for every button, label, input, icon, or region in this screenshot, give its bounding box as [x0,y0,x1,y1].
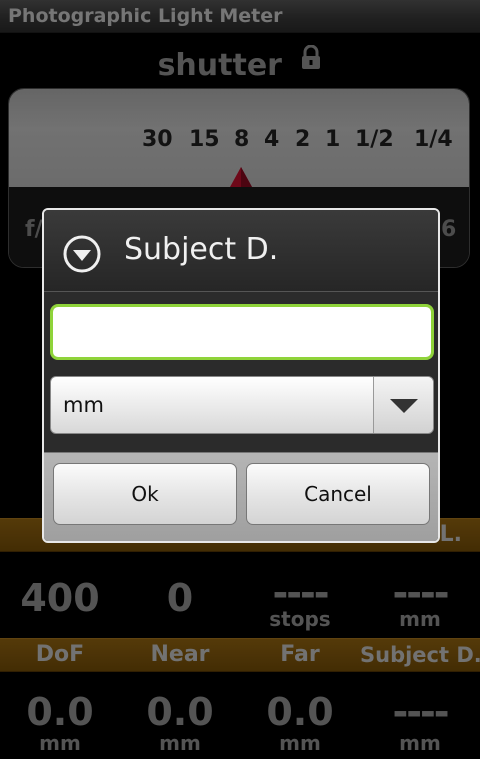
subject-distance-input[interactable] [50,304,434,360]
unit-select[interactable]: mm [50,376,434,434]
app-root: Photographic Light Meter shutter 30 15 8… [0,0,480,759]
dialog-button-bar: Ok Cancel [44,452,438,541]
dialog-body: mm [44,292,438,452]
unit-select-value: mm [63,393,104,417]
cancel-button[interactable]: Cancel [246,463,430,525]
triangle-down-icon[interactable] [373,377,433,433]
dialog-header: Subject D. [44,210,438,292]
chevron-circle-down-icon [63,235,101,273]
ok-button[interactable]: Ok [53,463,237,525]
dialog-title: Subject D. [124,232,279,267]
subject-distance-dialog: Subject D. mm Ok Cancel [42,208,440,543]
